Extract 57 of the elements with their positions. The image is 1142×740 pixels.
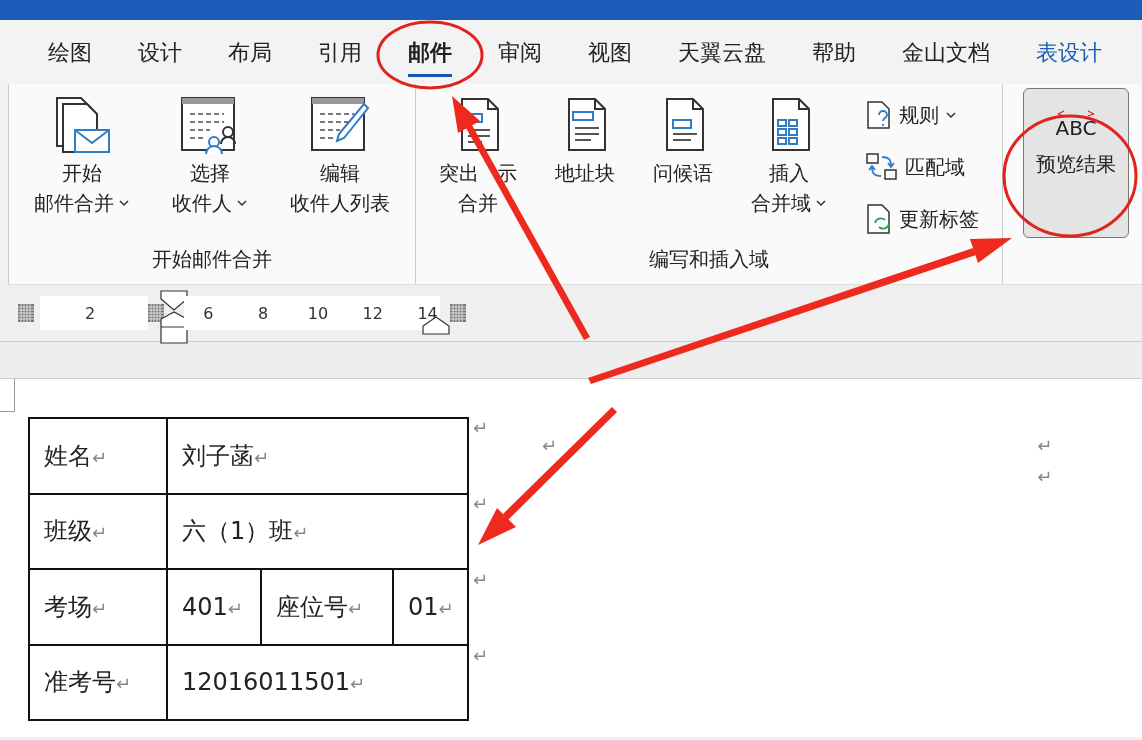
ruler-grid-icon bbox=[18, 304, 34, 322]
table-cell: 刘子菡↵ bbox=[167, 418, 468, 494]
table-cell: 班级↵ bbox=[29, 493, 167, 569]
table-cell: 12016011501↵ bbox=[167, 644, 468, 720]
table-cell: 六（1）班↵ bbox=[167, 493, 468, 569]
envelope-document-icon bbox=[53, 96, 111, 154]
ruler-number: 8 bbox=[257, 303, 270, 323]
match-fields-icon bbox=[865, 152, 899, 182]
table-cell: 401↵ bbox=[167, 569, 261, 645]
document-refresh-icon bbox=[865, 203, 893, 235]
abc-label: ABC bbox=[1055, 117, 1097, 139]
ribbon-tab[interactable]: 布局 bbox=[228, 31, 272, 77]
document-question-icon bbox=[865, 100, 893, 130]
ribbon-tab[interactable]: 邮件 bbox=[408, 31, 452, 77]
ribbon-tab[interactable]: 设计 bbox=[138, 31, 182, 77]
table-cell: 01↵ bbox=[393, 569, 468, 645]
ruler-number: 10 bbox=[306, 303, 330, 323]
paragraph-mark: ↵ bbox=[1037, 435, 1053, 456]
ruler-grid-icon bbox=[450, 304, 466, 322]
table-cell: 姓名↵ bbox=[29, 418, 167, 494]
group-label: 编写和插入域 bbox=[648, 246, 770, 273]
paragraph-mark: ↵ bbox=[473, 417, 489, 438]
ribbon-tab[interactable]: 引用 bbox=[318, 31, 362, 77]
table-cell: 座位号↵ bbox=[261, 569, 393, 645]
ribbon-button[interactable]: 更新标签 bbox=[865, 200, 979, 238]
paragraph-mark: ↵ bbox=[473, 493, 489, 514]
paragraph-mark: ↵ bbox=[473, 569, 489, 590]
margin-corner bbox=[0, 379, 15, 412]
ribbon-button[interactable]: 问候语 bbox=[653, 96, 714, 188]
ribbon-button[interactable]: 插入 合并域 bbox=[751, 96, 828, 218]
pencil-list-icon bbox=[310, 96, 370, 154]
group-label: 开始邮件合并 bbox=[151, 246, 273, 273]
ruler-grid-icon bbox=[148, 304, 164, 322]
ruler-number: 12 bbox=[361, 303, 384, 323]
ribbon-tab[interactable]: 天翼云盘 bbox=[678, 31, 766, 77]
ribbon-button[interactable]: 匹配域 bbox=[865, 148, 979, 186]
indent-marker-icon[interactable] bbox=[160, 290, 188, 344]
ribbon-button[interactable]: 选择 收件人 bbox=[172, 96, 248, 218]
ruler-number: 14 bbox=[416, 303, 439, 323]
ribbon-button[interactable]: 地址块 bbox=[555, 96, 616, 188]
ribbon-tab[interactable]: 绘图 bbox=[48, 31, 92, 77]
ribbon-tab[interactable]: 表设计 bbox=[1036, 31, 1102, 77]
ribbon-button[interactable]: 开始 邮件合并 bbox=[34, 96, 130, 218]
preview-results-button[interactable]: ABC 预览结果 bbox=[1023, 88, 1129, 238]
ruler-number: 6 bbox=[202, 303, 215, 323]
paragraph-mark: ↵ bbox=[473, 645, 489, 666]
ribbon-tab[interactable]: 视图 bbox=[588, 31, 632, 77]
paragraph-mark: ↵ bbox=[542, 435, 558, 456]
ribbon-tab[interactable]: 金山文档 bbox=[902, 31, 990, 77]
ribbon-button[interactable]: 编辑 收件人列表 bbox=[290, 96, 390, 218]
ribbon-button[interactable]: 规则 bbox=[865, 96, 979, 134]
ribbon-tab[interactable]: 审阅 bbox=[498, 31, 542, 77]
paragraph-mark: ↵ bbox=[1037, 466, 1053, 487]
table-cell: 考场↵ bbox=[29, 569, 167, 645]
ruler-number: 2 bbox=[84, 303, 96, 323]
ribbon-tab[interactable]: 帮助 bbox=[812, 31, 856, 77]
table-cell: 准考号↵ bbox=[29, 644, 167, 720]
